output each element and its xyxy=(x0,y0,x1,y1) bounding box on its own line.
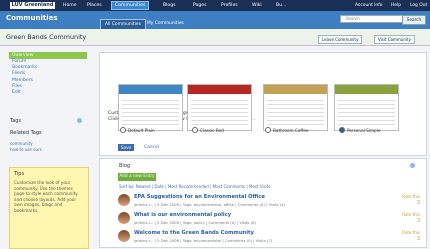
blog-post-title[interactable]: What is our environmental policy xyxy=(134,212,231,218)
nav-blogs[interactable]: Blogs xyxy=(160,2,179,9)
theme-option-classic-red[interactable]: Classic Red xyxy=(192,127,224,133)
tips-text: Customize the look of your community. Us… xyxy=(14,180,78,213)
avatar xyxy=(118,212,130,224)
blog-post-title[interactable]: Welcome to the Green Bands Community xyxy=(134,230,254,236)
star-rank: 3 xyxy=(416,236,420,242)
tag-how-to-use-ours[interactable]: how to use ours xyxy=(10,147,42,153)
theme-label-default-plain: Default Plain xyxy=(128,127,155,133)
blog-post: What is our environmental policy jenkins… xyxy=(118,211,424,229)
search-button[interactable]: Search xyxy=(402,15,426,25)
theme-label-personal-simple: Personal Simple xyxy=(347,127,381,133)
blog-info-icon[interactable] xyxy=(410,163,415,168)
nav-home[interactable]: Home xyxy=(60,2,80,9)
theme-bathroom-coffee[interactable] xyxy=(263,84,328,131)
rating-link[interactable]: Rate this xyxy=(402,230,420,235)
theme-default-plain[interactable] xyxy=(118,84,183,131)
star-rank: 3 xyxy=(416,218,420,224)
theme-option-bathroom-coffee[interactable]: Bathroom Coffee xyxy=(265,127,308,133)
nav-places[interactable]: Places xyxy=(84,2,105,9)
nav-pages[interactable]: Pages xyxy=(190,2,210,9)
tips-title: Tips xyxy=(14,171,25,177)
tags-info-icon[interactable] xyxy=(77,118,82,123)
visit-community-button[interactable]: Visit Community xyxy=(374,35,415,44)
communities-title: Communities xyxy=(6,14,58,22)
app-logo[interactable]: LUV Greenland xyxy=(10,2,55,9)
theme-label-classic-red: Classic Red xyxy=(200,127,224,133)
rating-link[interactable]: Rate this xyxy=(402,194,420,199)
radio-personal-simple[interactable] xyxy=(339,127,345,133)
radio-default-plain[interactable] xyxy=(120,127,126,133)
blog-post: Welcome to the Green Bands Community jen… xyxy=(118,229,424,247)
add-new-entry-button[interactable]: Add a new Entry xyxy=(118,173,156,181)
leave-community-button[interactable]: Leave Community xyxy=(318,35,363,44)
theme-personal-simple[interactable] xyxy=(334,84,399,131)
theme-option-default-plain[interactable]: Default Plain xyxy=(120,127,155,133)
avatar xyxy=(118,194,130,206)
blog-post-meta: jenkins.r... | 5 Dec 2006 | Tags: enviro… xyxy=(134,202,286,207)
blog-sort-filters[interactable]: Sort by: Newest | Date | Most Recommende… xyxy=(119,184,270,189)
radio-bathroom-coffee[interactable] xyxy=(265,127,271,133)
cancel-link[interactable]: Cancel xyxy=(144,145,159,150)
theme-label-bathroom-coffee: Bathroom Coffee xyxy=(273,127,309,133)
blog-post-title[interactable]: EPA Suggestions for an Environmental Off… xyxy=(134,194,265,200)
tips-panel: Tips Customize the look of your communit… xyxy=(9,167,89,249)
radio-classic-red[interactable] xyxy=(192,127,198,133)
avatar xyxy=(118,230,130,242)
help-link[interactable]: Help xyxy=(391,2,401,9)
blog-post-meta: jenkins.r... | 5 Dec 2006 | Tags: policy… xyxy=(134,220,256,225)
related-tags-title: Related Tags xyxy=(10,130,42,136)
community-title: Green Bands Community xyxy=(6,33,87,41)
theme-option-personal-simple[interactable]: Personal Simple xyxy=(339,127,380,133)
nav-communities[interactable]: Communities xyxy=(111,1,150,10)
tags-title: Tags xyxy=(10,118,22,124)
nav-profiles[interactable]: Profiles xyxy=(218,2,241,9)
account-info-link[interactable]: Account Info xyxy=(355,2,382,9)
blog-post: EPA Suggestions for an Environmental Off… xyxy=(118,193,424,211)
sidebar-overview: Overview Forum Bookmarks Feeds Members F… xyxy=(9,52,87,96)
logout-link[interactable]: Log Out xyxy=(410,2,427,9)
blog-post-meta: jenkins.r... | 5 Dec 2006 | Tags: enviro… xyxy=(134,238,273,243)
nav-bu[interactable]: Bu... xyxy=(273,2,289,9)
theme-classic-red[interactable] xyxy=(187,84,252,131)
star-rank: 3 xyxy=(416,200,420,206)
search-input[interactable]: Search xyxy=(340,15,405,23)
nav-wiki[interactable]: Wiki xyxy=(249,2,265,9)
tab-my-communities[interactable]: My Communities xyxy=(143,19,188,28)
save-button[interactable]: Save xyxy=(118,144,134,151)
sidebar-item-edit[interactable]: Edit xyxy=(9,90,87,96)
rating-link[interactable]: Rate this xyxy=(402,212,420,217)
overview-heading: Overview xyxy=(9,52,87,59)
blog-title: Blog xyxy=(119,163,131,169)
